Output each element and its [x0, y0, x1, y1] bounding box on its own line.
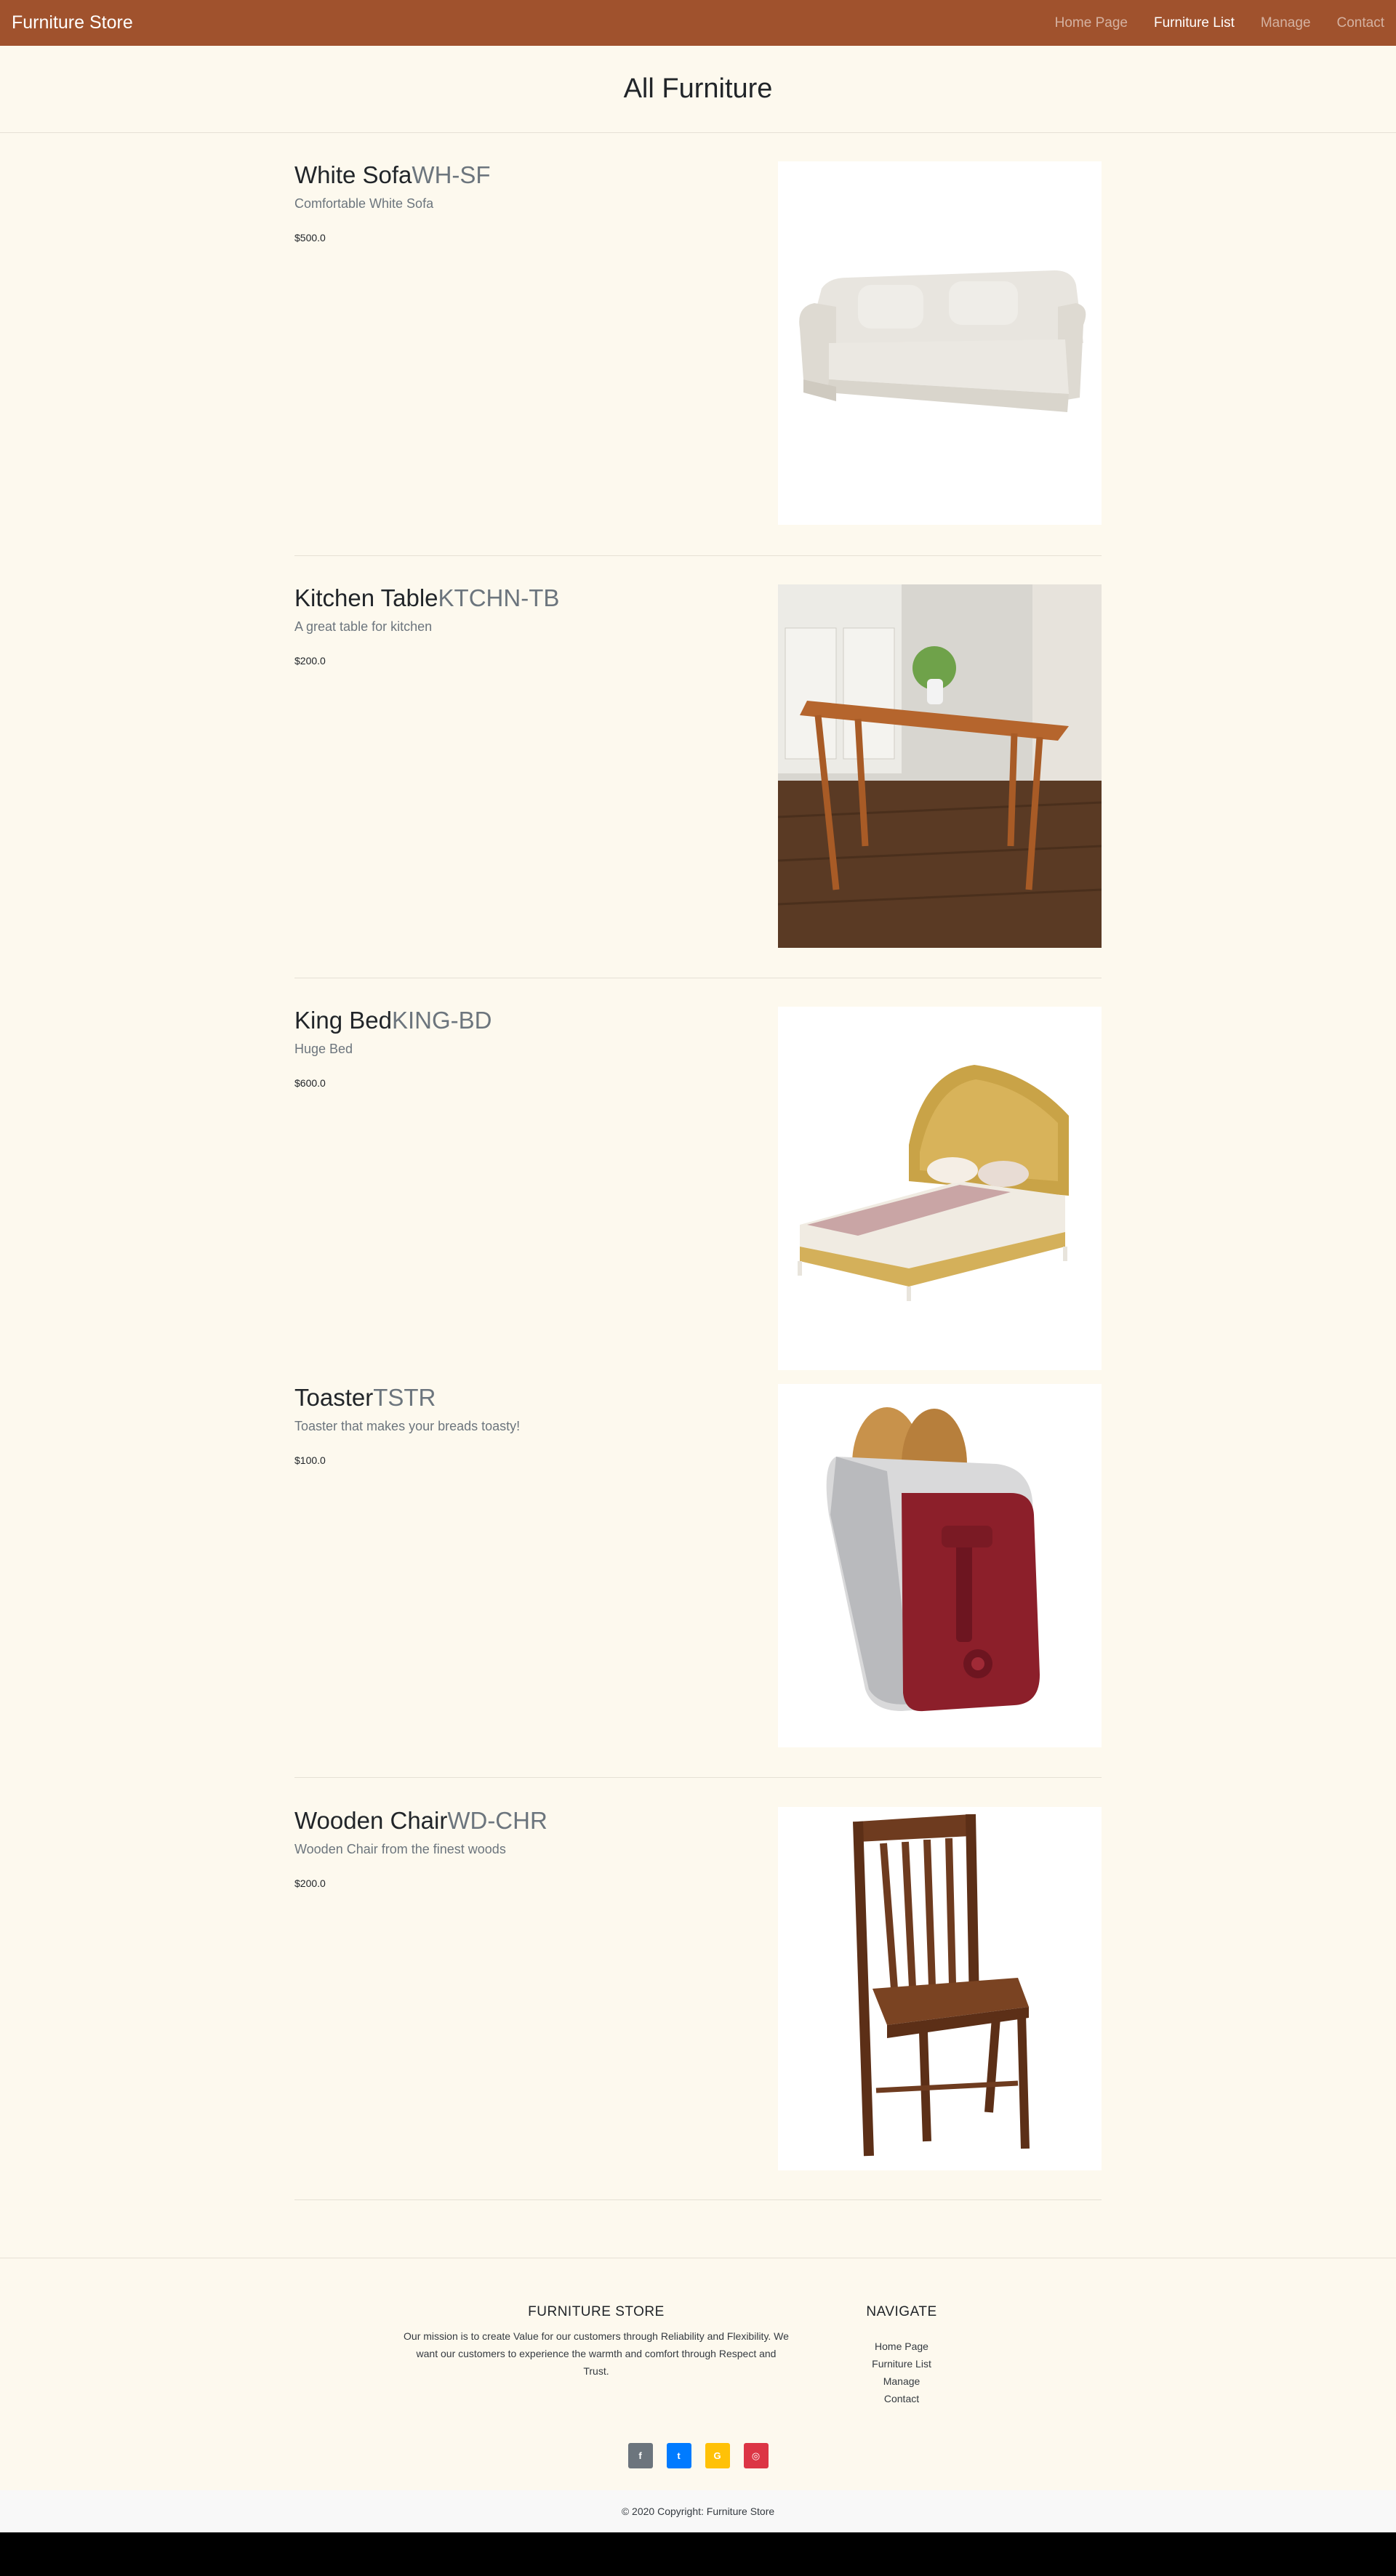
nav-link-home[interactable]: Home Page — [1055, 15, 1128, 31]
product-price: $500.0 — [294, 232, 326, 243]
nav-link-contact[interactable]: Contact — [1337, 15, 1384, 31]
footer-nav: NAVIGATE Home Page Furniture List Manage… — [829, 2304, 974, 2407]
copyright: © 2020 Copyright: Furniture Store — [0, 2490, 1396, 2532]
product-price: $200.0 — [294, 655, 326, 667]
product-title: ToasterTSTR — [294, 1384, 520, 1412]
product-name: King Bed — [294, 1007, 392, 1034]
product-info: King BedKING-BD Huge Bed $600.0 — [294, 1007, 492, 1089]
wooden-chair-image[interactable] — [778, 1807, 1102, 2170]
table-icon — [778, 584, 1102, 948]
product-title: Kitchen TableKTCHN-TB — [294, 584, 559, 612]
product-code: WD-CHR — [447, 1807, 547, 1834]
divider — [294, 2199, 1102, 2200]
brand-link[interactable]: Furniture Store — [12, 12, 133, 33]
product-description: Wooden Chair from the finest woods — [294, 1842, 506, 1856]
footer-nav-list: Home Page Furniture List Manage Contact — [829, 2338, 974, 2407]
footer-link-manage[interactable]: Manage — [829, 2372, 974, 2390]
product-info: Wooden ChairWD-CHR Wooden Chair from the… — [294, 1807, 547, 1889]
product-price: $200.0 — [294, 1877, 326, 1889]
product-title: King BedKING-BD — [294, 1007, 492, 1034]
toaster-image[interactable] — [778, 1384, 1102, 1747]
king-bed-image[interactable] — [778, 1007, 1102, 1370]
twitter-icon[interactable]: t — [666, 2443, 691, 2468]
product-price: $600.0 — [294, 1077, 326, 1089]
footer-about-heading: FURNITURE STORE — [528, 2304, 665, 2319]
product-title: White SofaWH-SF — [294, 161, 491, 189]
product-price: $100.0 — [294, 1454, 326, 1466]
footer-mission-text: Our mission is to create Value for our c… — [404, 2330, 789, 2377]
page-title: All Furniture — [623, 73, 773, 104]
facebook-icon[interactable]: f — [627, 2443, 653, 2468]
nav-link-furniture-list[interactable]: Furniture List — [1154, 15, 1235, 31]
product-description: Toaster that makes your breads toasty! — [294, 1419, 521, 1433]
product-description: Huge Bed — [294, 1042, 353, 1056]
product-code: WH-SF — [412, 161, 491, 188]
nav-link-manage[interactable]: Manage — [1261, 15, 1311, 31]
instagram-icon[interactable]: ◎ — [743, 2443, 769, 2468]
product-name: Kitchen Table — [294, 584, 438, 611]
product-code: TSTR — [373, 1384, 436, 1411]
product-code: KTCHN-TB — [438, 584, 560, 611]
sofa-icon — [799, 270, 1086, 412]
product-description: Comfortable White Sofa — [294, 196, 434, 211]
footer-about: FURNITURE STORE Our mission is to create… — [404, 2304, 789, 2380]
product-name: Wooden Chair — [294, 1807, 448, 1834]
product-name: Toaster — [294, 1384, 374, 1411]
product-info: White SofaWH-SF Comfortable White Sofa $… — [294, 161, 491, 243]
bottom-bar — [0, 2532, 1396, 2576]
product-name: White Sofa — [294, 161, 412, 188]
product-info: Kitchen TableKTCHN-TB A great table for … — [294, 584, 559, 667]
social-links: f t G ◎ — [0, 2443, 1396, 2468]
product-info: ToasterTSTR Toaster that makes your brea… — [294, 1384, 520, 1466]
footer-link-home[interactable]: Home Page — [829, 2338, 974, 2355]
copyright-text: © 2020 Copyright: Furniture Store — [621, 2505, 775, 2517]
nav-links: Home Page Furniture List Manage Contact — [1029, 0, 1384, 46]
product-code: KING-BD — [391, 1007, 492, 1034]
footer-nav-heading: NAVIGATE — [866, 2304, 937, 2319]
navbar: Furniture Store Home Page Furniture List… — [0, 0, 1396, 46]
product-title: Wooden ChairWD-CHR — [294, 1807, 547, 1835]
bed-icon — [798, 1065, 1069, 1301]
footer-link-furniture-list[interactable]: Furniture List — [829, 2355, 974, 2372]
page-header: All Furniture — [0, 46, 1396, 133]
footer-link-contact[interactable]: Contact — [829, 2390, 974, 2407]
white-sofa-image[interactable] — [778, 161, 1102, 525]
toaster-icon — [826, 1407, 1040, 1712]
divider — [294, 555, 1102, 556]
kitchen-table-image[interactable] — [778, 584, 1102, 948]
divider — [294, 1777, 1102, 1778]
product-description: A great table for kitchen — [294, 619, 433, 634]
google-icon[interactable]: G — [705, 2443, 730, 2468]
chair-icon — [853, 1814, 1030, 2157]
